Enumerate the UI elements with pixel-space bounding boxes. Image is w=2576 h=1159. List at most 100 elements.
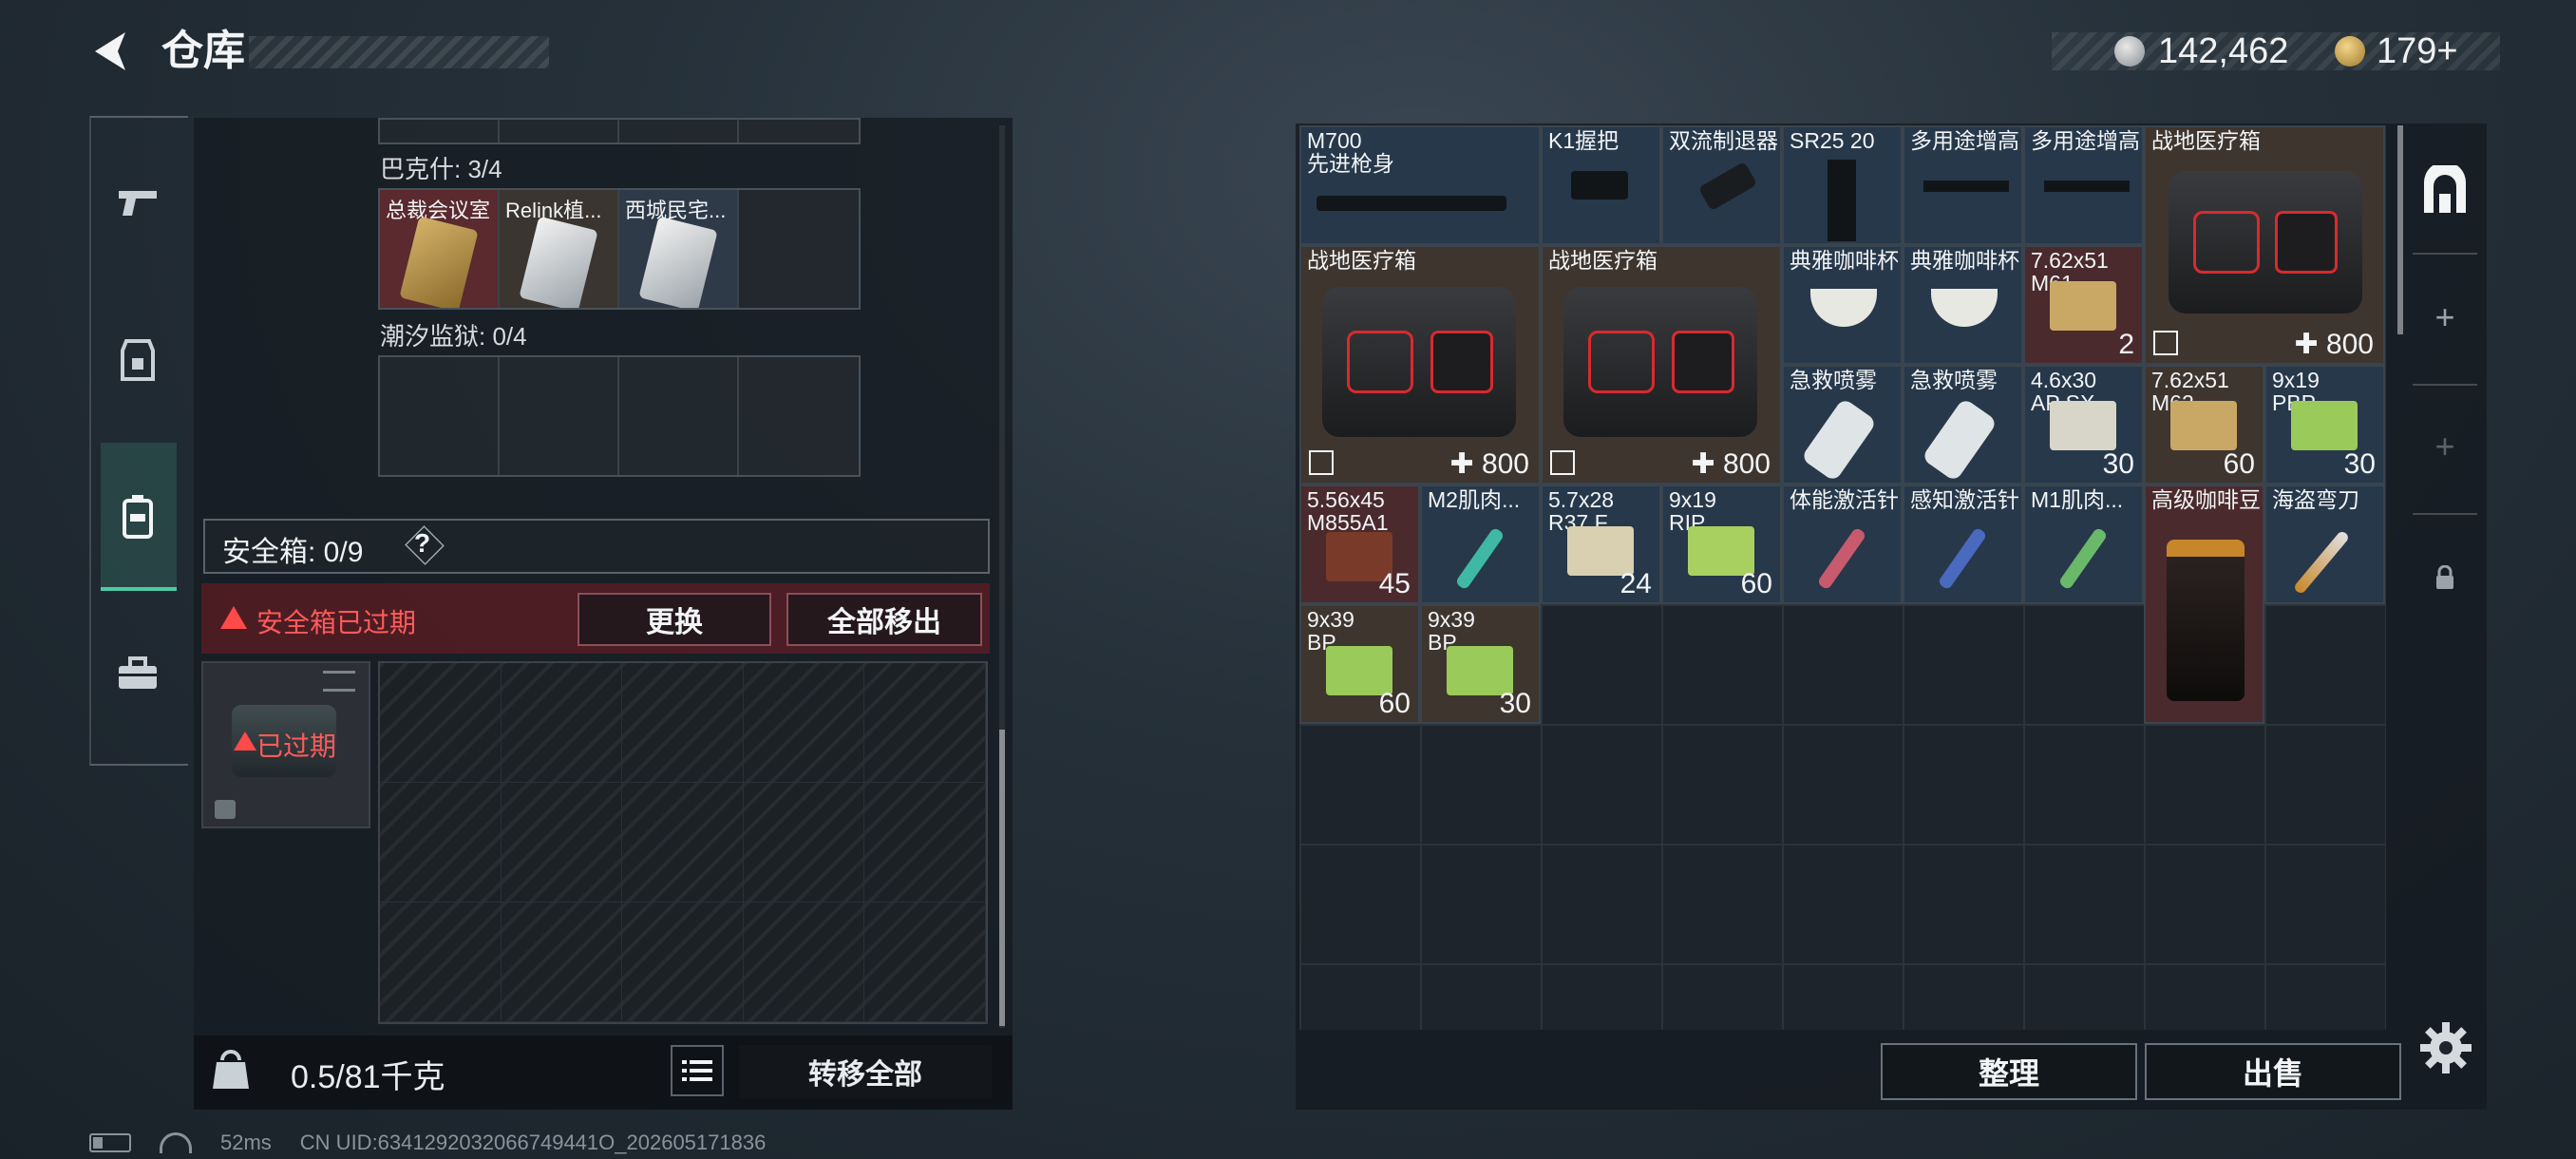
item-quantity: 30 [1499, 688, 1531, 719]
durability: ✚ 800 [1449, 447, 1529, 481]
item-syringe[interactable]: M2肌肉... [1420, 484, 1541, 604]
stash-scrollbar[interactable] [2397, 125, 2403, 334]
add-stash-icon[interactable]: + [2413, 285, 2477, 350]
rail-divider [2413, 384, 2477, 386]
item-name: 双流制退器 [1669, 128, 1778, 153]
item-riser[interactable]: 多用途增高 [2023, 125, 2144, 245]
gold-amount: 179 [2377, 31, 2437, 71]
no-trade-icon [2153, 331, 2178, 355]
add-gold-icon[interactable]: + [2436, 31, 2457, 71]
item-ammo[interactable]: 5.7x28 R37.F 24 [1541, 484, 1661, 604]
keycard-slot-empty[interactable] [739, 190, 859, 308]
item-machete[interactable]: 海盗弯刀 [2264, 484, 2385, 604]
transfer-all-button[interactable]: 转移全部 [739, 1045, 992, 1098]
item-name: SR25 20 [1790, 128, 1875, 153]
item-coffee-cup[interactable]: 典雅咖啡杯 [1903, 245, 2023, 365]
left-scrollbar-thumb[interactable] [999, 730, 1005, 1026]
rail-divider [2413, 513, 2477, 515]
expired-text: 安全箱已过期 [256, 608, 417, 637]
keycard-slot-empty[interactable] [619, 357, 739, 475]
item-medkit[interactable]: 战地医疗箱 ✚ 800 [2144, 125, 2385, 365]
medkit-image [2169, 171, 2362, 314]
battery-icon [89, 1133, 131, 1152]
item-name: M2肌肉... [1428, 487, 1521, 512]
ammo-box-image [2050, 401, 2116, 450]
list-icon[interactable] [671, 1045, 724, 1096]
plus-icon: ✚ [2294, 329, 2326, 360]
weapon-tab-icon[interactable] [106, 171, 169, 234]
item-name: K1握把 [1548, 128, 1619, 153]
safe-expired-label: 已过期 [256, 732, 337, 761]
item-name: 体能激活针 [1790, 487, 1899, 512]
item-name: 急救喷雾 [1910, 368, 1998, 392]
item-medkit[interactable]: 战地医疗箱 ✚ 800 [1541, 245, 1782, 484]
keycard-slot-empty[interactable] [380, 357, 500, 475]
item-coffee-beans[interactable]: 高级咖啡豆 [2144, 484, 2264, 724]
item-ammo[interactable]: 9x39 BP 30 [1420, 604, 1541, 724]
medkit-image [1563, 287, 1757, 437]
sell-button[interactable]: 出售 [2145, 1043, 2401, 1100]
keycard-slot[interactable]: Relink植... [500, 190, 619, 308]
warning-icon [220, 606, 247, 629]
silver-coin-icon [2114, 36, 2145, 66]
medkit-image [1322, 287, 1516, 437]
keycard-slot[interactable]: 总裁会议室 [380, 190, 500, 308]
help-icon[interactable]: ? [414, 528, 430, 559]
syringe-image [1454, 526, 1506, 591]
keycard-slot-empty[interactable] [500, 357, 619, 475]
spray-image [1800, 397, 1878, 483]
durability: ✚ 800 [2294, 328, 2374, 361]
sort-button[interactable]: 整理 [1881, 1043, 2137, 1100]
replace-button[interactable]: 更换 [578, 593, 771, 646]
silver-balance: 142,462 [2158, 31, 2289, 71]
back-arrow-icon[interactable] [87, 27, 137, 76]
item-coffee-cup[interactable]: 典雅咖啡杯 [1782, 245, 1903, 365]
keycard-image [638, 216, 718, 308]
item-quantity: 2 [2118, 329, 2134, 360]
armor-tab-icon[interactable] [106, 329, 169, 391]
keycard-slot-empty[interactable] [739, 357, 859, 475]
item-riser[interactable]: 多用途增高 [1903, 125, 2023, 245]
item-ammo[interactable]: 4.6x30 AP SX 30 [2023, 365, 2144, 484]
item-magazine[interactable]: SR25 20 [1782, 125, 1903, 245]
rail-divider [2413, 253, 2477, 255]
item-name: 5.56x45 M855A1 [1307, 487, 1389, 535]
title-decoration [249, 36, 549, 68]
item-medkit[interactable]: 战地医疗箱 ✚ 800 [1299, 245, 1541, 484]
item-name: 感知激活针 [1910, 487, 2019, 512]
keycard-slot[interactable]: 西城民宅... [619, 190, 739, 308]
safe-box-grid[interactable] [378, 661, 988, 1024]
rifle-image [1316, 196, 1506, 211]
item-ammo[interactable]: 9x19 PBP 30 [2264, 365, 2385, 484]
spray-image [1921, 397, 1998, 483]
move-all-out-button[interactable]: 全部移出 [786, 593, 982, 646]
item-name: 战地医疗箱 [2151, 128, 2261, 153]
item-ammo[interactable]: 5.56x45 M855A1 45 [1299, 484, 1420, 604]
riser-image [2044, 180, 2130, 192]
add-stash-icon[interactable]: + [2413, 414, 2477, 479]
item-ammo[interactable]: 9x19 RIP 60 [1661, 484, 1782, 604]
item-ammo[interactable]: 9x39 BP 60 [1299, 604, 1420, 724]
item-muzzle[interactable]: 双流制退器 [1661, 125, 1782, 245]
item-quantity: 60 [2223, 448, 2255, 480]
item-first-aid-spray[interactable]: 急救喷雾 [1782, 365, 1903, 484]
item-grip[interactable]: K1握把 [1541, 125, 1661, 245]
item-rifle-body[interactable]: M700 先进枪身 [1299, 125, 1541, 245]
item-ammo[interactable]: 7.62x51 M61 2 [2023, 245, 2144, 365]
item-first-aid-spray[interactable]: 急救喷雾 [1903, 365, 2023, 484]
swap-icon[interactable] [323, 671, 355, 692]
stash-grid[interactable]: M700 先进枪身 K1握把 双流制退器 SR25 20 多用途增高 多用途增高… [1299, 125, 2386, 1030]
gold-balance[interactable]: 179+ [2377, 27, 2458, 76]
item-syringe[interactable]: 体能激活针 [1782, 484, 1903, 604]
item-syringe[interactable]: M1肌肉... [2023, 484, 2144, 604]
weight-icon [213, 1050, 249, 1089]
bakeshi-label: 巴克什: 3/4 [380, 155, 502, 183]
stash-tab-icon[interactable] [2413, 160, 2477, 224]
settings-gear-icon[interactable] [2418, 1020, 2473, 1075]
item-syringe[interactable]: 感知激活针 [1903, 484, 2023, 604]
backpack-tab-icon[interactable] [106, 484, 169, 547]
item-name: 多用途增高 [1910, 128, 2019, 153]
toolbox-tab-icon[interactable] [106, 642, 169, 705]
ping-value: 52ms [220, 1130, 272, 1154]
item-ammo[interactable]: 7.62x51 M62 60 [2144, 365, 2264, 484]
